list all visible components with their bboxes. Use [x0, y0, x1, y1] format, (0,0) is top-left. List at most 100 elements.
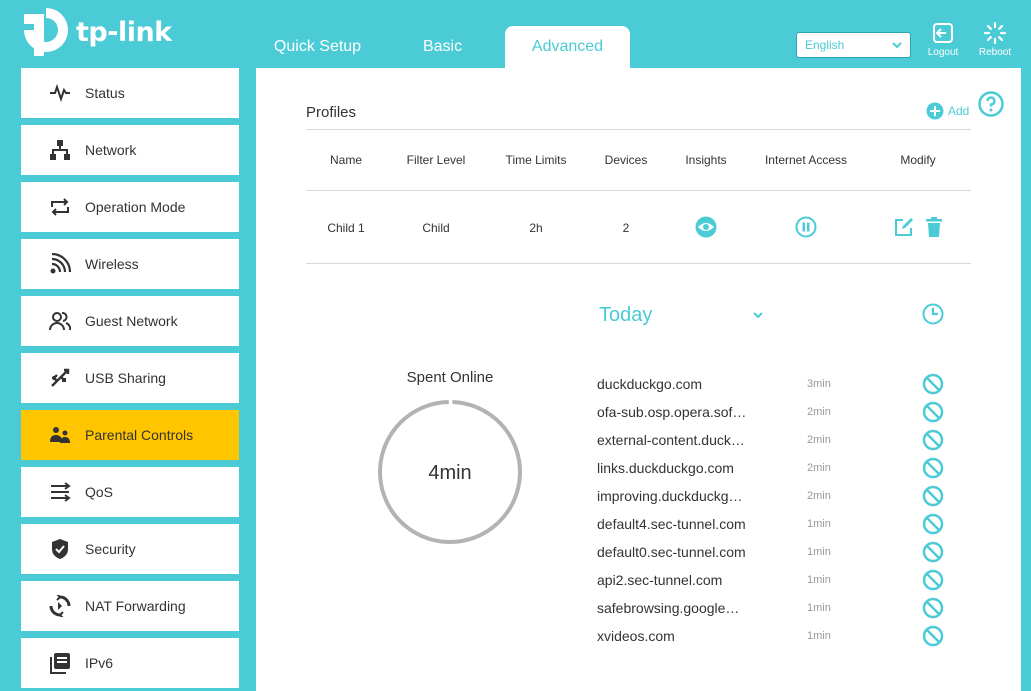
list-item: safebrowsing.google… 1min — [597, 593, 947, 621]
site-time: 1min — [807, 546, 831, 558]
help-icon[interactable] — [978, 91, 1004, 117]
site-name: safebrowsing.google… — [597, 600, 740, 616]
logo-text: tp-link — [76, 16, 172, 48]
block-icon[interactable] — [922, 513, 944, 535]
tab-quick-setup[interactable]: Quick Setup — [255, 26, 380, 68]
logout-icon — [933, 23, 953, 43]
block-icon[interactable] — [922, 485, 944, 507]
language-select[interactable]: English — [796, 32, 911, 58]
site-name: external-content.duck… — [597, 432, 745, 448]
site-name: duckduckgo.com — [597, 376, 703, 392]
sidebar-item-ipv6[interactable]: IPv6 — [21, 638, 239, 688]
list-item: default4.sec-tunnel.com 1min — [597, 509, 947, 537]
reboot-button[interactable]: Reboot — [975, 22, 1015, 58]
list-item: duckduckgo.com 3min — [597, 369, 947, 397]
main-panel: Profiles Add Name Filter Level Time Limi… — [256, 68, 1021, 691]
site-time: 2min — [807, 490, 831, 502]
col-header-time-limits: Time Limits — [505, 153, 567, 167]
site-time: 2min — [807, 462, 831, 474]
site-time: 2min — [807, 406, 831, 418]
wireless-icon — [49, 253, 71, 275]
profile-devices: 2 — [622, 221, 630, 235]
col-header-devices: Devices — [604, 153, 648, 167]
tab-advanced[interactable]: Advanced — [505, 26, 630, 68]
trash-icon[interactable] — [923, 216, 945, 238]
parental-controls-icon — [49, 424, 71, 446]
reboot-label: Reboot — [978, 47, 1012, 58]
profile-name: Child 1 — [327, 221, 365, 235]
list-item: default0.sec-tunnel.com 1min — [597, 537, 947, 565]
sidebar-item-status[interactable]: Status — [21, 68, 239, 118]
eye-icon[interactable] — [695, 216, 717, 238]
chevron-down-icon — [753, 312, 763, 319]
sidebar-item-label: QoS — [85, 484, 114, 500]
shield-icon — [49, 538, 71, 560]
tp-link-logo: tp-link — [20, 6, 172, 58]
col-header-internet-access: Internet Access — [764, 153, 848, 167]
block-icon[interactable] — [922, 373, 944, 395]
sidebar-item-label: Parental Controls — [85, 427, 194, 443]
sidebar-item-label: Security — [85, 541, 136, 557]
plus-circle-icon — [926, 102, 944, 120]
usb-icon — [49, 367, 71, 389]
sidebar-item-label: IPv6 — [85, 655, 114, 671]
sidebar: Status Network Operation Mode Wireless G… — [21, 68, 239, 691]
reboot-icon — [984, 22, 1006, 44]
sidebar-item-nat-forwarding[interactable]: NAT Forwarding — [21, 581, 239, 631]
list-item: links.duckduckgo.com 2min — [597, 453, 947, 481]
add-label: Add — [948, 104, 970, 118]
tab-basic[interactable]: Basic — [380, 26, 505, 68]
network-icon — [49, 139, 71, 161]
site-time: 2min — [807, 434, 831, 446]
sidebar-item-label: Operation Mode — [85, 199, 186, 215]
sidebar-item-network[interactable]: Network — [21, 125, 239, 175]
chevron-down-icon — [892, 42, 902, 49]
period-select[interactable]: Today — [599, 302, 764, 328]
sidebar-item-label: USB Sharing — [85, 370, 166, 386]
block-icon[interactable] — [922, 625, 944, 647]
site-name: xvideos.com — [597, 628, 675, 644]
col-header-name: Name — [329, 153, 363, 167]
col-header-insights: Insights — [685, 153, 727, 167]
logout-button[interactable]: Logout — [923, 22, 963, 58]
col-header-modify: Modify — [900, 153, 936, 167]
page-title: Profiles — [306, 104, 357, 121]
spent-online-value: 4min — [428, 462, 472, 484]
site-time: 1min — [807, 518, 831, 530]
site-name: improving.duckduckg… — [597, 488, 743, 504]
sidebar-item-label: Status — [85, 85, 125, 101]
block-icon[interactable] — [922, 541, 944, 563]
sidebar-item-guest-network[interactable]: Guest Network — [21, 296, 239, 346]
block-icon[interactable] — [922, 457, 944, 479]
sidebar-item-usb-sharing[interactable]: USB Sharing — [21, 353, 239, 403]
sidebar-item-label: Guest Network — [85, 313, 178, 329]
period-value: Today — [599, 303, 653, 326]
profile-time-limits: 2h — [529, 221, 543, 235]
operation-mode-icon — [49, 196, 71, 218]
block-icon[interactable] — [922, 597, 944, 619]
site-time: 1min — [807, 630, 831, 642]
block-icon[interactable] — [922, 429, 944, 451]
list-item: improving.duckduckg… 2min — [597, 481, 947, 509]
guest-network-icon — [49, 310, 71, 332]
sidebar-item-operation-mode[interactable]: Operation Mode — [21, 182, 239, 232]
main-tabs: Quick Setup Basic Advanced — [255, 26, 630, 68]
add-profile-button[interactable]: Add — [926, 102, 969, 120]
list-item: ofa-sub.osp.opera.sof… 2min — [597, 397, 947, 425]
site-name: default0.sec-tunnel.com — [597, 544, 746, 560]
sidebar-item-label: Wireless — [85, 256, 139, 272]
pause-icon[interactable] — [795, 216, 817, 238]
sidebar-item-wireless[interactable]: Wireless — [21, 239, 239, 289]
edit-icon[interactable] — [893, 216, 915, 238]
history-icon[interactable] — [922, 303, 944, 325]
nat-forwarding-icon — [49, 595, 71, 617]
profile-filter-level: Child — [422, 221, 450, 235]
sidebar-item-qos[interactable]: QoS — [21, 467, 239, 517]
pulse-icon — [49, 82, 71, 104]
sidebar-item-parental-controls[interactable]: Parental Controls — [21, 410, 239, 460]
sidebar-item-label: Network — [85, 142, 137, 158]
sidebar-item-security[interactable]: Security — [21, 524, 239, 574]
block-icon[interactable] — [922, 569, 944, 591]
site-name: default4.sec-tunnel.com — [597, 516, 746, 532]
block-icon[interactable] — [922, 401, 944, 423]
